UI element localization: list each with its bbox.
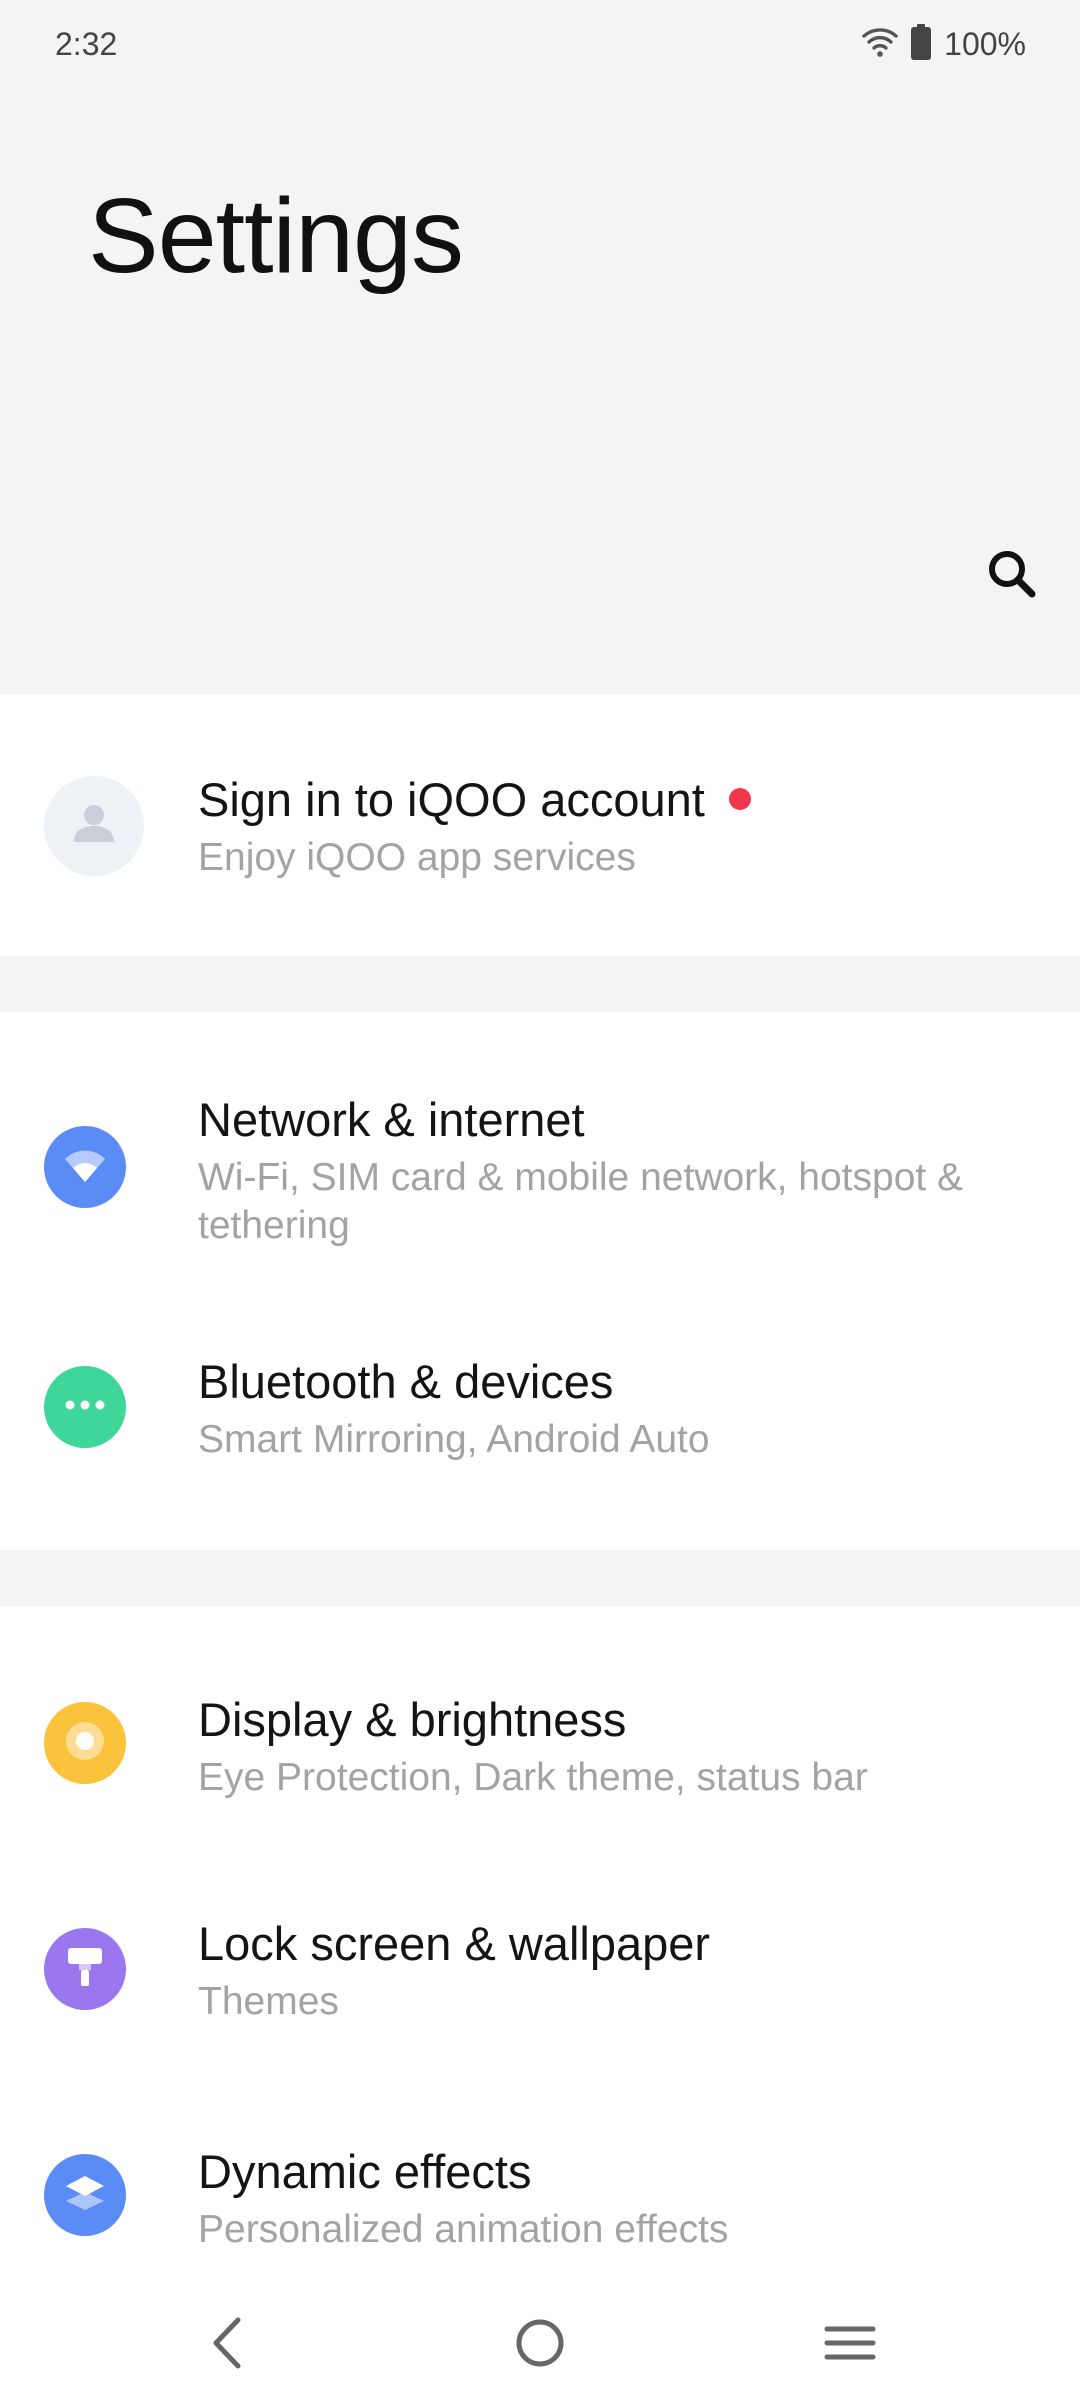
brightness-icon	[62, 1718, 108, 1769]
lockscreen-icon-badge	[44, 1928, 126, 2010]
battery-icon	[910, 23, 932, 65]
lockscreen-subtitle: Themes	[198, 1980, 339, 2023]
paint-roller-icon	[64, 1944, 106, 1995]
settings-item-display[interactable]: Display & brightness Eye Protection, Dar…	[0, 1606, 1080, 1832]
dynamic-effects-icon-badge	[44, 2154, 126, 2236]
layers-icon	[62, 2170, 108, 2221]
page-title: Settings	[88, 177, 464, 295]
header: 2:32 100% Settings	[0, 0, 1080, 694]
display-title: Display & brightness	[198, 1693, 627, 1746]
network-title: Network & internet	[198, 1093, 585, 1146]
account-subtitle: Enjoy iQOO app services	[198, 836, 636, 879]
menu-icon	[824, 2323, 876, 2368]
dynamic-effects-title: Dynamic effects	[198, 2145, 532, 2198]
home-icon	[514, 2317, 566, 2374]
section-divider	[0, 1550, 1080, 1606]
more-dots-icon	[64, 1398, 106, 1416]
person-icon	[66, 796, 122, 857]
home-button[interactable]	[495, 2310, 585, 2380]
settings-item-dynamic-effects[interactable]: Dynamic effects Personalized animation e…	[0, 2058, 1080, 2290]
settings-item-bluetooth[interactable]: Bluetooth & devices Smart Mirroring, And…	[0, 1300, 1080, 1550]
navigation-bar	[0, 2290, 1080, 2408]
status-bar: 2:32 100%	[0, 0, 1080, 90]
display-icon-badge	[44, 1702, 126, 1784]
settings-screen: 2:32 100% Settings Sign in to iQOO accou…	[0, 0, 1080, 2408]
wifi-icon	[62, 1145, 108, 1190]
display-subtitle: Eye Protection, Dark theme, status bar	[198, 1756, 868, 1799]
status-icons: 100%	[862, 22, 1026, 66]
back-button[interactable]	[183, 2310, 273, 2380]
bluetooth-title: Bluetooth & devices	[198, 1355, 614, 1408]
network-icon-badge	[44, 1126, 126, 1208]
dynamic-effects-subtitle: Personalized animation effects	[198, 2208, 729, 2251]
search-icon	[986, 548, 1038, 605]
notification-dot	[728, 788, 751, 810]
settings-item-lockscreen[interactable]: Lock screen & wallpaper Themes	[0, 1832, 1080, 2058]
avatar	[44, 776, 144, 876]
network-subtitle: Wi-Fi, SIM card & mobile network, hotspo…	[198, 1156, 964, 1247]
back-icon	[208, 2316, 248, 2375]
settings-item-network[interactable]: Network & internet Wi-Fi, SIM card & mob…	[0, 1012, 1080, 1300]
battery-percent: 100%	[944, 25, 1026, 62]
bluetooth-subtitle: Smart Mirroring, Android Auto	[198, 1418, 710, 1461]
status-time: 2:32	[55, 26, 118, 62]
account-row[interactable]: Sign in to iQOO account Enjoy iQOO app s…	[0, 694, 1080, 956]
account-title: Sign in to iQOO account	[198, 772, 751, 827]
search-button[interactable]	[976, 540, 1048, 612]
wifi-icon	[862, 26, 898, 63]
menu-button[interactable]	[805, 2310, 895, 2380]
section-divider	[0, 956, 1080, 1012]
bluetooth-icon-badge	[44, 1366, 126, 1448]
lockscreen-title: Lock screen & wallpaper	[198, 1917, 711, 1970]
